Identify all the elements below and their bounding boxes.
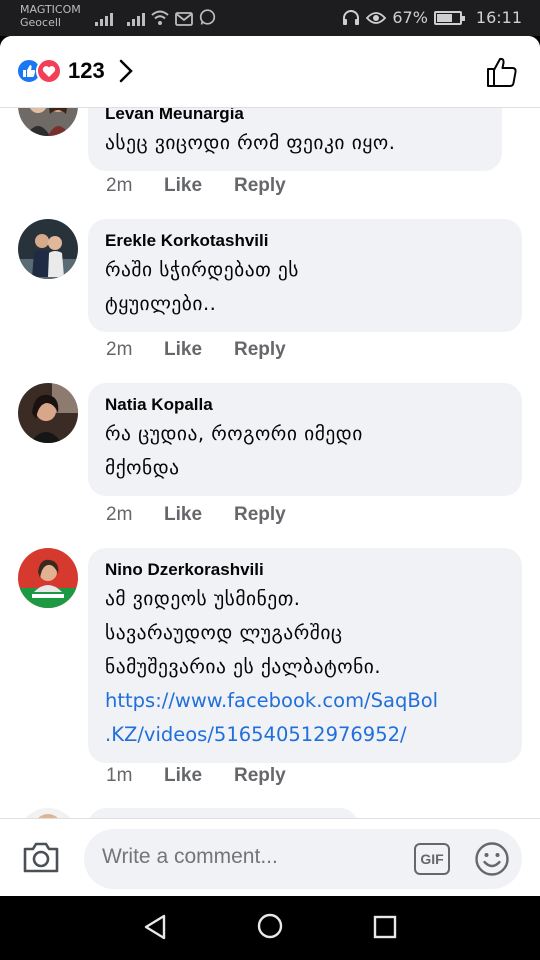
comment-bubble[interactable]: Natia Kopalla რა ცუდია, როგორი იმედი მქო… — [88, 383, 522, 496]
comment-text-line: ტყუილები.. — [105, 292, 217, 315]
comment-actions: 2m Like Reply — [106, 339, 286, 361]
comment-text-line: რა ცუდია, როგორი იმედი — [105, 422, 363, 445]
reaction-count: 123 — [68, 58, 105, 83]
chevron-right-icon — [119, 59, 133, 83]
android-nav-bar — [0, 896, 540, 960]
reactions-summary[interactable]: 123 — [16, 58, 133, 84]
status-icons-right: 67% 16:11 — [342, 8, 522, 27]
comment-bubble[interactable] — [88, 808, 358, 818]
camera-icon[interactable] — [22, 840, 60, 874]
status-bar: MAGTICOM Geocell 67% 16:11 — [0, 0, 540, 36]
comment-text-line: სავარაუდოდ ლუგარშიც — [105, 621, 343, 644]
comment-actions: 1m Like Reply — [106, 765, 286, 787]
comment-text-line: ნამუშევარია ეს ქალბატონი. — [105, 655, 382, 678]
sheet-header: 123 — [0, 36, 540, 108]
reply-button[interactable]: Reply — [234, 339, 286, 361]
comment-actions: 2m Like Reply — [106, 175, 286, 197]
comment-author[interactable]: Erekle Korkotashvili — [105, 229, 505, 253]
recent-apps-icon[interactable] — [373, 915, 397, 939]
comment-text-line: რაში სჭირდებათ ეს — [105, 258, 299, 281]
like-button[interactable]: Like — [164, 765, 234, 787]
love-reaction-icon — [36, 58, 62, 84]
comment-text: ასეც ვიცოდი რომ ფეიკი იყო. — [105, 131, 396, 154]
battery-percent: 67% — [392, 8, 428, 27]
thumbs-up-icon[interactable] — [486, 56, 518, 88]
comment-timestamp[interactable]: 2m — [106, 339, 164, 361]
comment-link[interactable]: .KZ/videos/516540512976952/ — [105, 718, 505, 752]
status-icons-left — [95, 9, 216, 26]
comment-timestamp[interactable]: 2m — [106, 504, 164, 526]
carrier-label: MAGTICOM Geocell — [20, 3, 81, 29]
signal-icon — [127, 10, 145, 26]
comment-link[interactable]: https://www.facebook.com/SaqBol — [105, 684, 505, 718]
like-button[interactable]: Like — [164, 339, 234, 361]
comments-list: Levan Meunargia ასეც ვიცოდი რომ ფეიკი იყ… — [0, 108, 540, 818]
reply-button[interactable]: Reply — [234, 765, 286, 787]
reply-button[interactable]: Reply — [234, 504, 286, 526]
like-button[interactable]: Like — [164, 504, 234, 526]
comment-text-line: ამ ვიდეოს უსმინეთ. — [105, 587, 301, 610]
comment-author[interactable]: Natia Kopalla — [105, 393, 505, 417]
avatar[interactable] — [18, 383, 78, 443]
carrier-secondary: Geocell — [20, 16, 61, 29]
comment-bubble[interactable]: Erekle Korkotashvili რაში სჭირდებათ ეს ტ… — [88, 219, 522, 332]
avatar[interactable] — [18, 808, 78, 818]
reply-button[interactable]: Reply — [234, 175, 286, 197]
whatsapp-icon — [199, 9, 216, 25]
gif-button[interactable]: GIF — [414, 843, 450, 875]
battery-level — [436, 13, 452, 22]
comment-bubble[interactable]: Nino Dzerkorashvili ამ ვიდეოს უსმინეთ. ს… — [88, 548, 522, 763]
signal-icon — [95, 10, 113, 26]
battery-icon — [433, 10, 465, 25]
gmail-icon — [175, 12, 193, 26]
comments-sheet: 123 Levan Meunargia ასეც ვიცოდი რომ ფეიკ… — [0, 36, 540, 896]
headset-icon — [343, 9, 360, 25]
comment-timestamp[interactable]: 1m — [106, 765, 164, 787]
carrier-primary: MAGTICOM — [20, 3, 81, 16]
comment-box[interactable]: GIF — [84, 829, 522, 889]
comment-author[interactable]: Levan Meunargia — [105, 108, 485, 126]
comment-bubble[interactable]: Levan Meunargia ასეც ვიცოდი რომ ფეიკი იყ… — [88, 108, 502, 171]
avatar[interactable] — [18, 219, 78, 279]
comment-input[interactable] — [102, 845, 402, 869]
wifi-icon — [151, 10, 169, 25]
comment-author[interactable]: Nino Dzerkorashvili — [105, 558, 505, 582]
comment-text-line: მქონდა — [105, 456, 180, 479]
comment-actions: 2m Like Reply — [106, 504, 286, 526]
clock: 16:11 — [475, 8, 522, 27]
avatar[interactable] — [18, 108, 78, 136]
home-icon[interactable] — [257, 913, 283, 939]
comment-timestamp[interactable]: 2m — [106, 175, 164, 197]
avatar[interactable] — [18, 548, 78, 608]
back-icon[interactable] — [143, 914, 167, 940]
like-button[interactable]: Like — [164, 175, 234, 197]
comment-composer: GIF — [0, 818, 540, 896]
emoji-icon[interactable] — [474, 841, 510, 877]
eye-icon — [366, 11, 387, 24]
